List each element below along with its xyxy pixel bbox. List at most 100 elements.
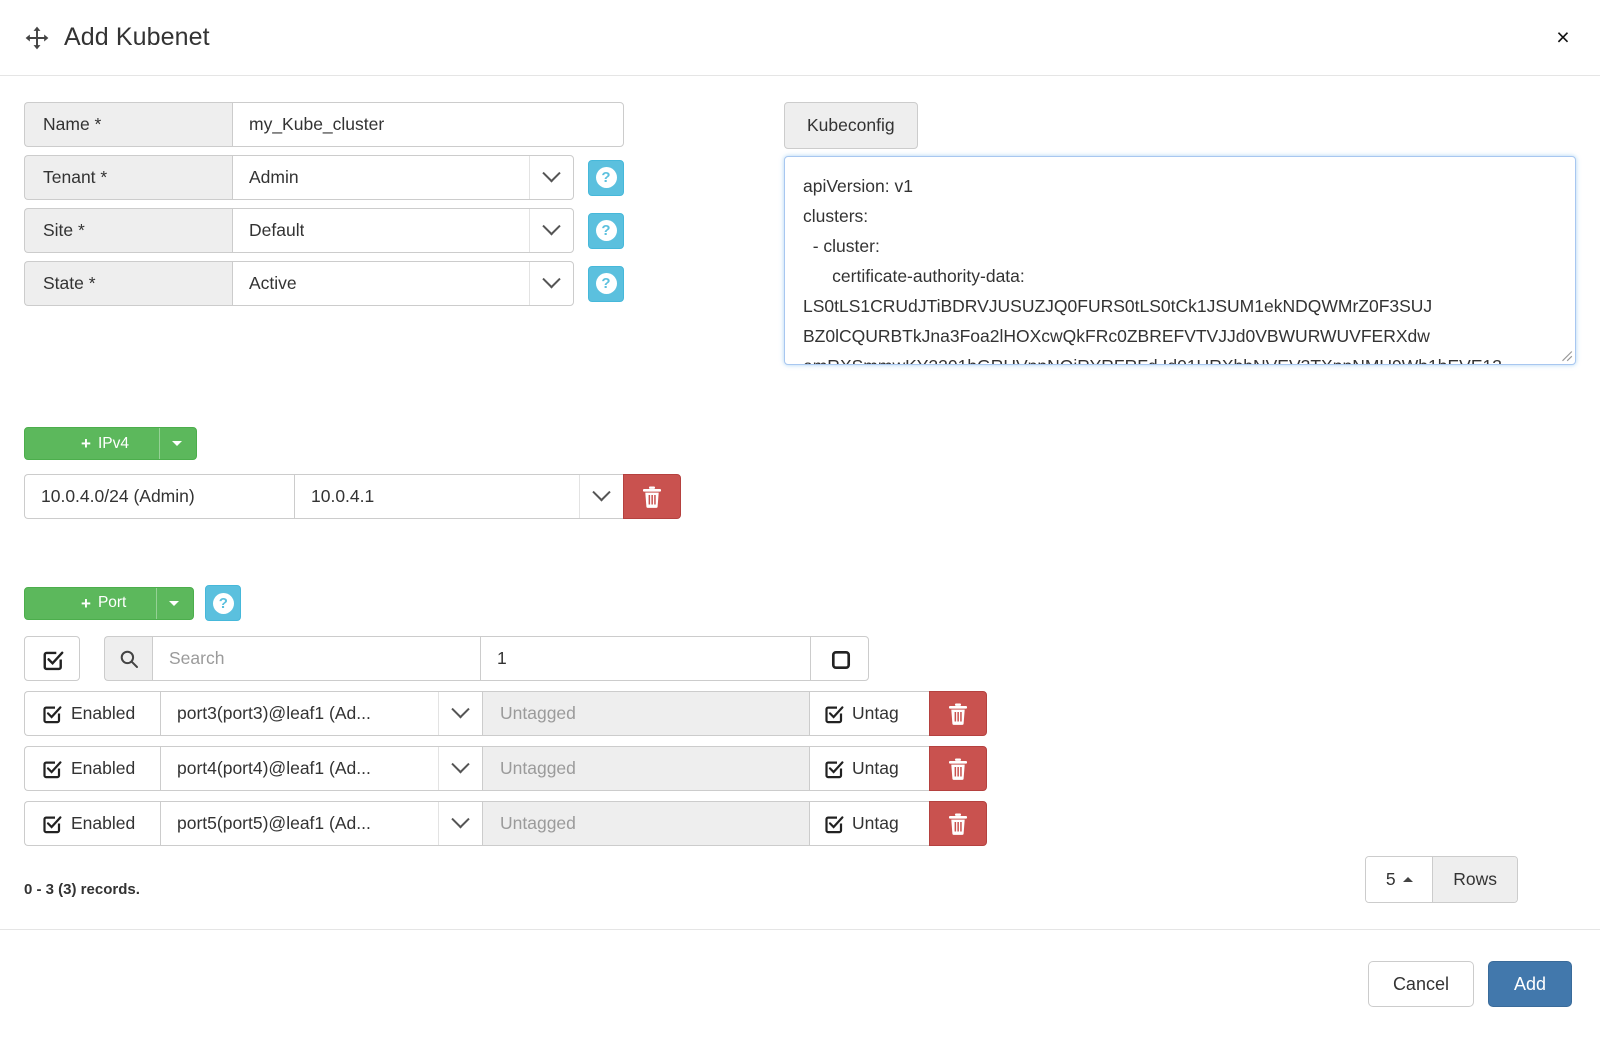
- checkbox-checked-icon: [42, 704, 62, 724]
- port-dropdown-toggle[interactable]: [156, 587, 193, 619]
- chevron-down-icon[interactable]: [438, 747, 482, 790]
- field-tenant: Tenant * Admin ?: [24, 155, 624, 200]
- port-section: + Port ? Search 1 Enabled port3(port3)@l…: [24, 585, 1576, 903]
- page-title: Add Kubenet: [64, 23, 210, 51]
- rows-per-page-value[interactable]: 5: [1366, 857, 1433, 902]
- table-row: Enabled port5(port5)@leaf1 (Ad... Untagg…: [24, 801, 987, 846]
- add-port-button[interactable]: + Port: [24, 586, 195, 620]
- state-select-value: Active: [249, 273, 297, 293]
- port-untag-checkbox[interactable]: Untag: [809, 691, 929, 736]
- arrows-move-icon[interactable]: [24, 25, 50, 51]
- trash-icon: [948, 758, 968, 780]
- field-site: Site * Default ?: [24, 208, 624, 253]
- search-input[interactable]: Search: [152, 636, 480, 681]
- delete-port-button[interactable]: [929, 691, 987, 736]
- tenant-select[interactable]: Admin: [232, 155, 574, 200]
- cancel-button[interactable]: Cancel: [1367, 961, 1474, 1007]
- table-row: Enabled port3(port3)@leaf1 (Ad... Untagg…: [24, 691, 987, 736]
- records-count: 0 - 3 (3) records.: [24, 881, 140, 898]
- ipv4-gateway-select[interactable]: 10.0.4.1: [294, 474, 623, 519]
- top-section: Name * my_Kube_cluster Tenant * Admin ? …: [24, 102, 1576, 365]
- checkbox-checked-icon: [824, 704, 844, 724]
- port-enabled-label: Enabled: [71, 813, 136, 833]
- port-enabled-checkbox[interactable]: Enabled: [24, 801, 160, 846]
- checkbox-checked-icon: [824, 759, 844, 779]
- add-button[interactable]: Add: [1487, 961, 1572, 1007]
- page-number-input[interactable]: 1: [480, 636, 810, 681]
- port-select[interactable]: port5(port5)@leaf1 (Ad...: [160, 801, 482, 846]
- ipv4-row: 10.0.4.0/24 (Admin) 10.0.4.1: [24, 474, 681, 519]
- ipv4-subnet-value[interactable]: 10.0.4.0/24 (Admin): [24, 474, 294, 519]
- port-help-button[interactable]: ?: [205, 585, 242, 621]
- ipv4-dropdown-toggle[interactable]: [158, 428, 196, 459]
- site-help-button[interactable]: ?: [588, 212, 624, 249]
- port-select-value: port3(port3)@leaf1 (Ad...: [177, 703, 371, 723]
- select-all-checkbox[interactable]: [24, 636, 80, 681]
- checkbox-empty-icon: [830, 649, 850, 669]
- form-fields-column: Name * my_Kube_cluster Tenant * Admin ? …: [24, 102, 624, 314]
- port-select[interactable]: port3(port3)@leaf1 (Ad...: [160, 691, 482, 736]
- port-tag-input[interactable]: Untagged: [482, 801, 809, 846]
- site-select-value: Default: [249, 220, 305, 240]
- question-mark-icon: ?: [595, 220, 617, 241]
- port-select-value: port5(port5)@leaf1 (Ad...: [177, 813, 371, 833]
- modal-header: Add Kubenet ×: [0, 0, 1600, 76]
- chevron-down-icon[interactable]: [438, 692, 482, 735]
- port-enabled-label: Enabled: [71, 703, 136, 723]
- checkbox-checked-icon: [42, 759, 62, 779]
- kubeconfig-line: apiVersion: v1: [803, 176, 913, 196]
- name-input[interactable]: my_Kube_cluster: [232, 102, 624, 147]
- kubeconfig-label: Kubeconfig: [784, 102, 918, 149]
- chevron-down-icon[interactable]: [529, 156, 573, 199]
- chevron-down-icon[interactable]: [529, 262, 573, 305]
- rows-label: Rows: [1432, 857, 1517, 902]
- state-select[interactable]: Active: [232, 261, 574, 306]
- caret-up-icon: [1402, 877, 1413, 882]
- chevron-down-icon[interactable]: [529, 209, 573, 252]
- kubeconfig-textarea[interactable]: apiVersion: v1 clusters: - cluster: cert…: [784, 156, 1576, 365]
- port-untag-label: Untag: [852, 703, 899, 723]
- close-icon[interactable]: ×: [1546, 21, 1580, 55]
- kubeconfig-column: Kubeconfig apiVersion: v1 clusters: - cl…: [784, 102, 1576, 365]
- chevron-down-icon[interactable]: [438, 802, 482, 845]
- delete-port-button[interactable]: [929, 746, 987, 791]
- port-enabled-checkbox[interactable]: Enabled: [24, 746, 160, 791]
- port-enabled-checkbox[interactable]: Enabled: [24, 691, 160, 736]
- tenant-help-button[interactable]: ?: [588, 159, 624, 196]
- field-site-label: Site *: [24, 208, 232, 253]
- field-state-label: State *: [24, 261, 232, 306]
- delete-ipv4-button[interactable]: [623, 474, 681, 519]
- port-enabled-label: Enabled: [71, 758, 136, 778]
- add-port-label: Port: [97, 594, 127, 611]
- port-untag-checkbox[interactable]: Untag: [809, 801, 929, 846]
- question-mark-icon: ?: [595, 167, 617, 188]
- port-select-value: port4(port4)@leaf1 (Ad...: [177, 758, 371, 778]
- kubeconfig-line: certificate-authority-data:: [803, 266, 1025, 286]
- site-select[interactable]: Default: [232, 208, 574, 253]
- question-mark-icon: ?: [595, 273, 617, 294]
- ipv4-gateway-value: 10.0.4.1: [311, 486, 375, 506]
- toolbar-toggle-checkbox[interactable]: [810, 636, 869, 681]
- name-input-value: my_Kube_cluster: [249, 114, 385, 134]
- plus-icon: +: [81, 593, 91, 613]
- trash-icon: [948, 703, 968, 725]
- caret-down-icon: [171, 441, 182, 446]
- port-tag-input[interactable]: Untagged: [482, 746, 809, 791]
- checkbox-checked-icon: [42, 814, 62, 834]
- port-tag-input[interactable]: Untagged: [482, 691, 809, 736]
- port-untag-checkbox[interactable]: Untag: [809, 746, 929, 791]
- field-tenant-label: Tenant *: [24, 155, 232, 200]
- state-help-button[interactable]: ?: [588, 265, 624, 302]
- add-ipv4-label: IPv4: [97, 434, 129, 452]
- delete-port-button[interactable]: [929, 801, 987, 846]
- resize-handle-icon[interactable]: [1559, 348, 1573, 362]
- rows-per-page-selector[interactable]: 5 Rows: [1365, 856, 1518, 903]
- ipv4-section: + IPv4 10.0.4.0/24 (Admin) 10.0.4.1: [24, 427, 1576, 519]
- checkbox-checked-icon: [824, 814, 844, 834]
- port-select[interactable]: port4(port4)@leaf1 (Ad...: [160, 746, 482, 791]
- chevron-down-icon[interactable]: [579, 475, 623, 518]
- add-ipv4-button[interactable]: + IPv4: [24, 427, 197, 460]
- field-name: Name * my_Kube_cluster: [24, 102, 624, 147]
- kubeconfig-line: clusters:: [803, 206, 869, 226]
- table-row: Enabled port4(port4)@leaf1 (Ad... Untagg…: [24, 746, 987, 791]
